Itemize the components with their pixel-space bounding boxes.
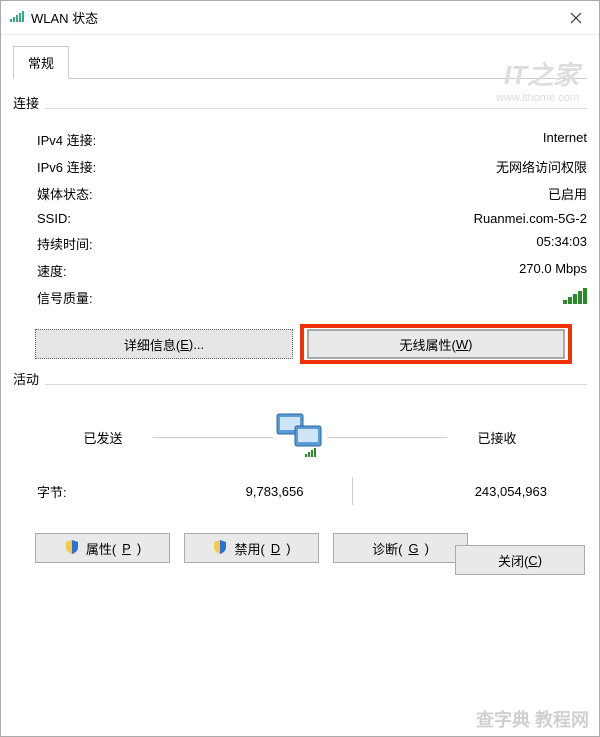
activity-group-header: 活动: [13, 369, 587, 392]
bytes-received-value: 243,054,963: [371, 484, 548, 499]
shield-icon: [64, 539, 80, 558]
bytes-row: 字节: 9,783,656 243,054,963: [13, 473, 587, 509]
signal-strength-icon: [563, 288, 587, 307]
diagnose-button[interactable]: 诊断(G): [333, 533, 468, 563]
bottom-watermark: 查字典 教程网: [476, 706, 589, 732]
row-ipv6: IPv6 连接:无网络访问权限: [13, 153, 587, 180]
close-dialog-button[interactable]: 关闭(C): [455, 545, 585, 575]
sent-label: 已发送: [53, 428, 153, 447]
row-ssid: SSID:Ruanmei.com-5G-2: [13, 207, 587, 230]
window-title: WLAN 状态: [31, 8, 98, 27]
properties-button[interactable]: 属性(P): [35, 533, 170, 563]
bytes-sent-value: 9,783,656: [127, 484, 334, 499]
wireless-properties-button[interactable]: 无线属性(W): [308, 330, 564, 358]
row-media: 媒体状态:已启用: [13, 180, 587, 207]
close-button[interactable]: [553, 1, 599, 35]
received-label: 已接收: [447, 428, 547, 447]
row-duration: 持续时间:05:34:03: [13, 230, 587, 257]
connection-group-header: 连接: [13, 93, 587, 116]
shield-icon: [212, 539, 228, 558]
wifi-icon: [9, 8, 25, 27]
activity-label: 活动: [13, 369, 39, 388]
titlebar: WLAN 状态: [1, 1, 599, 35]
disable-button[interactable]: 禁用(D): [184, 533, 319, 563]
activity-body: 已发送 已接收: [13, 402, 587, 473]
details-button[interactable]: 详细信息(E)...: [35, 329, 293, 359]
connection-label: 连接: [13, 93, 39, 112]
row-ipv4: IPv4 连接:Internet: [13, 126, 587, 153]
tabs: 常规: [13, 45, 587, 79]
close-icon: [570, 12, 582, 24]
row-speed: 速度:270.0 Mbps: [13, 257, 587, 284]
wlan-status-window: WLAN 状态 IT之家 www.ithome.com 常规 连接 IPv4 连…: [0, 0, 600, 737]
tab-general[interactable]: 常规: [13, 46, 69, 79]
row-signal: 信号质量:: [13, 284, 587, 311]
network-computers-icon: [273, 412, 327, 463]
